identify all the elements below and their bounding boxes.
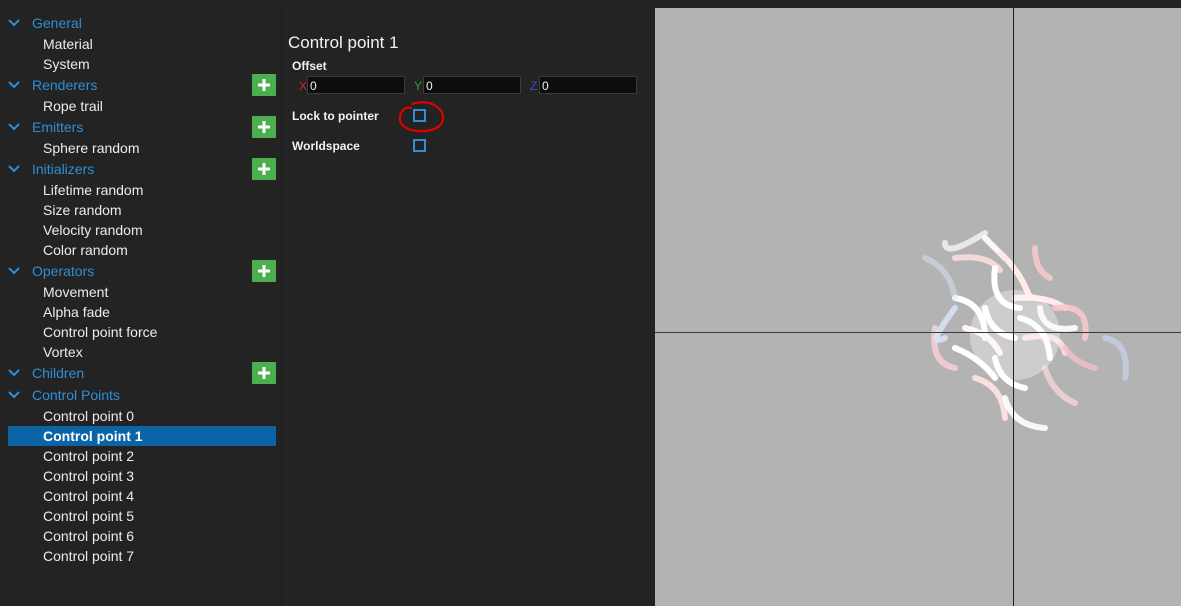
crosshair-vertical bbox=[1013, 8, 1014, 606]
chevron-down-icon[interactable] bbox=[8, 368, 20, 378]
tree-category-label: Control Points bbox=[32, 387, 120, 403]
add-button[interactable] bbox=[252, 260, 276, 282]
tree-category[interactable]: Children bbox=[0, 362, 280, 384]
chevron-down-icon[interactable] bbox=[8, 122, 20, 132]
particle-stroke bbox=[942, 230, 988, 252]
offset-z-input[interactable]: 0 bbox=[539, 76, 637, 94]
x-axis-label: X bbox=[299, 79, 308, 93]
plus-icon bbox=[258, 367, 270, 379]
tree-item[interactable]: Lifetime random bbox=[0, 180, 280, 200]
particle-stroke bbox=[1002, 395, 1048, 431]
tree-item[interactable]: Control point 5 bbox=[0, 506, 280, 526]
tree-item[interactable]: Color random bbox=[0, 240, 280, 260]
add-button[interactable] bbox=[252, 74, 276, 96]
tree-category-label: Initializers bbox=[32, 161, 95, 177]
particle-stroke bbox=[1102, 335, 1129, 381]
red-circle-annotation bbox=[398, 101, 445, 133]
tree-category[interactable]: Emitters bbox=[0, 116, 280, 138]
particle-stroke bbox=[1032, 245, 1053, 281]
chevron-down-icon[interactable] bbox=[8, 266, 20, 276]
chevron-down-icon[interactable] bbox=[8, 164, 20, 174]
preview-viewport[interactable] bbox=[655, 8, 1181, 606]
tree-item[interactable]: Sphere random bbox=[0, 138, 280, 158]
plus-icon bbox=[258, 163, 270, 175]
tree-category[interactable]: General bbox=[0, 12, 280, 34]
particle-glow bbox=[970, 290, 1060, 380]
tree-item[interactable]: Control point 0 bbox=[0, 406, 280, 426]
offset-label: Offset bbox=[292, 59, 327, 73]
tree-category[interactable]: Control Points bbox=[0, 384, 280, 406]
tree-item[interactable]: Control point 1 bbox=[8, 426, 276, 446]
tree-category[interactable]: Initializers bbox=[0, 158, 280, 180]
tree-item[interactable]: Control point force bbox=[0, 322, 280, 342]
tree-category[interactable]: Renderers bbox=[0, 74, 280, 96]
worldspace-label: Worldspace bbox=[292, 139, 360, 153]
tree-item[interactable]: Control point 4 bbox=[0, 486, 280, 506]
tree-item[interactable]: Control point 2 bbox=[0, 446, 280, 466]
tree-category-label: General bbox=[32, 15, 82, 31]
offset-y-input[interactable]: 0 bbox=[423, 76, 521, 94]
z-axis-label: Z bbox=[530, 79, 538, 93]
tree-item[interactable]: Size random bbox=[0, 200, 280, 220]
tree-category-label: Operators bbox=[32, 263, 95, 279]
tree-category-label: Children bbox=[32, 365, 85, 381]
tree-item[interactable]: Vortex bbox=[0, 342, 280, 362]
particle-stroke bbox=[1062, 345, 1098, 371]
effect-tree: General Material System Renderers Rope trail… bbox=[0, 12, 280, 566]
tree-item[interactable]: Control point 6 bbox=[0, 526, 280, 546]
add-button[interactable] bbox=[252, 158, 276, 180]
tree-category-label: Renderers bbox=[32, 77, 98, 93]
tree-item[interactable]: Alpha fade bbox=[0, 302, 280, 322]
properties-title: Control point 1 bbox=[288, 33, 399, 52]
tree-item[interactable]: Movement bbox=[0, 282, 280, 302]
particle-effect-icon bbox=[922, 230, 1129, 431]
offset-x-input[interactable]: 0 bbox=[307, 76, 405, 94]
tree-item[interactable]: Material bbox=[0, 34, 280, 54]
add-button[interactable] bbox=[252, 362, 276, 384]
particle-stroke bbox=[934, 305, 958, 343]
tree-item[interactable]: Control point 7 bbox=[0, 546, 280, 566]
y-axis-label: Y bbox=[414, 79, 423, 93]
tree-item[interactable]: Velocity random bbox=[0, 220, 280, 240]
plus-icon bbox=[258, 79, 270, 91]
particle-stroke bbox=[1042, 365, 1078, 406]
lock-to-pointer-label: Lock to pointer bbox=[292, 109, 379, 123]
chevron-down-icon[interactable] bbox=[8, 80, 20, 90]
tree-item[interactable]: Rope trail bbox=[0, 96, 280, 116]
particle-stroke bbox=[972, 375, 1008, 421]
properties-panel: Control point 1 Offset X 0 Y 0 Z 0 Lock … bbox=[282, 8, 650, 606]
chevron-down-icon[interactable] bbox=[8, 390, 20, 400]
chevron-down-icon[interactable] bbox=[8, 18, 20, 28]
particle-stroke bbox=[922, 255, 958, 301]
tree-category-label: Emitters bbox=[32, 119, 84, 135]
worldspace-checkbox[interactable] bbox=[413, 139, 426, 152]
add-button[interactable] bbox=[252, 116, 276, 138]
tree-category[interactable]: Operators bbox=[0, 260, 280, 282]
plus-icon bbox=[258, 265, 270, 277]
plus-icon bbox=[258, 121, 270, 133]
crosshair-horizontal bbox=[655, 332, 1181, 333]
tree-item[interactable]: Control point 3 bbox=[0, 466, 280, 486]
tree-item[interactable]: System bbox=[0, 54, 280, 74]
